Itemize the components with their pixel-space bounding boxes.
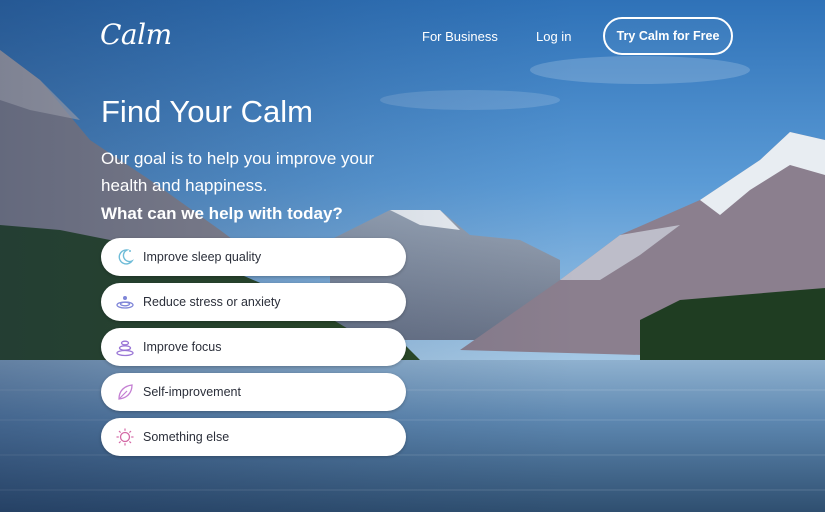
stacked-stones-icon bbox=[115, 337, 135, 357]
option-self-improvement[interactable]: Self-improvement bbox=[101, 373, 406, 411]
option-label: Reduce stress or anxiety bbox=[143, 295, 281, 309]
option-label: Improve focus bbox=[143, 340, 222, 354]
calm-logo[interactable]: Calm bbox=[100, 18, 172, 51]
option-label: Self-improvement bbox=[143, 385, 241, 399]
hero-subtitle: Our goal is to help you improve your hea… bbox=[101, 149, 375, 195]
ripple-icon bbox=[115, 292, 135, 312]
nav-login-link[interactable]: Log in bbox=[536, 29, 571, 44]
option-something-else[interactable]: Something else bbox=[101, 418, 406, 456]
help-question: What can we help with today? bbox=[101, 204, 343, 223]
option-label: Improve sleep quality bbox=[143, 250, 262, 264]
option-label: Something else bbox=[143, 430, 230, 444]
option-reduce-stress[interactable]: Reduce stress or anxiety bbox=[101, 283, 406, 321]
sun-icon bbox=[115, 427, 135, 447]
goal-options-list: Improve sleep quality Reduce stress or a… bbox=[101, 238, 406, 463]
option-improve-focus[interactable]: Improve focus bbox=[101, 328, 406, 366]
try-calm-free-button[interactable]: Try Calm for Free bbox=[603, 17, 733, 55]
option-improve-sleep[interactable]: Improve sleep quality bbox=[101, 238, 406, 276]
nav-for-business-link[interactable]: For Business bbox=[422, 29, 498, 44]
page-title: Find Your Calm bbox=[101, 94, 313, 129]
leaf-icon bbox=[115, 382, 135, 402]
moon-icon bbox=[115, 247, 135, 267]
